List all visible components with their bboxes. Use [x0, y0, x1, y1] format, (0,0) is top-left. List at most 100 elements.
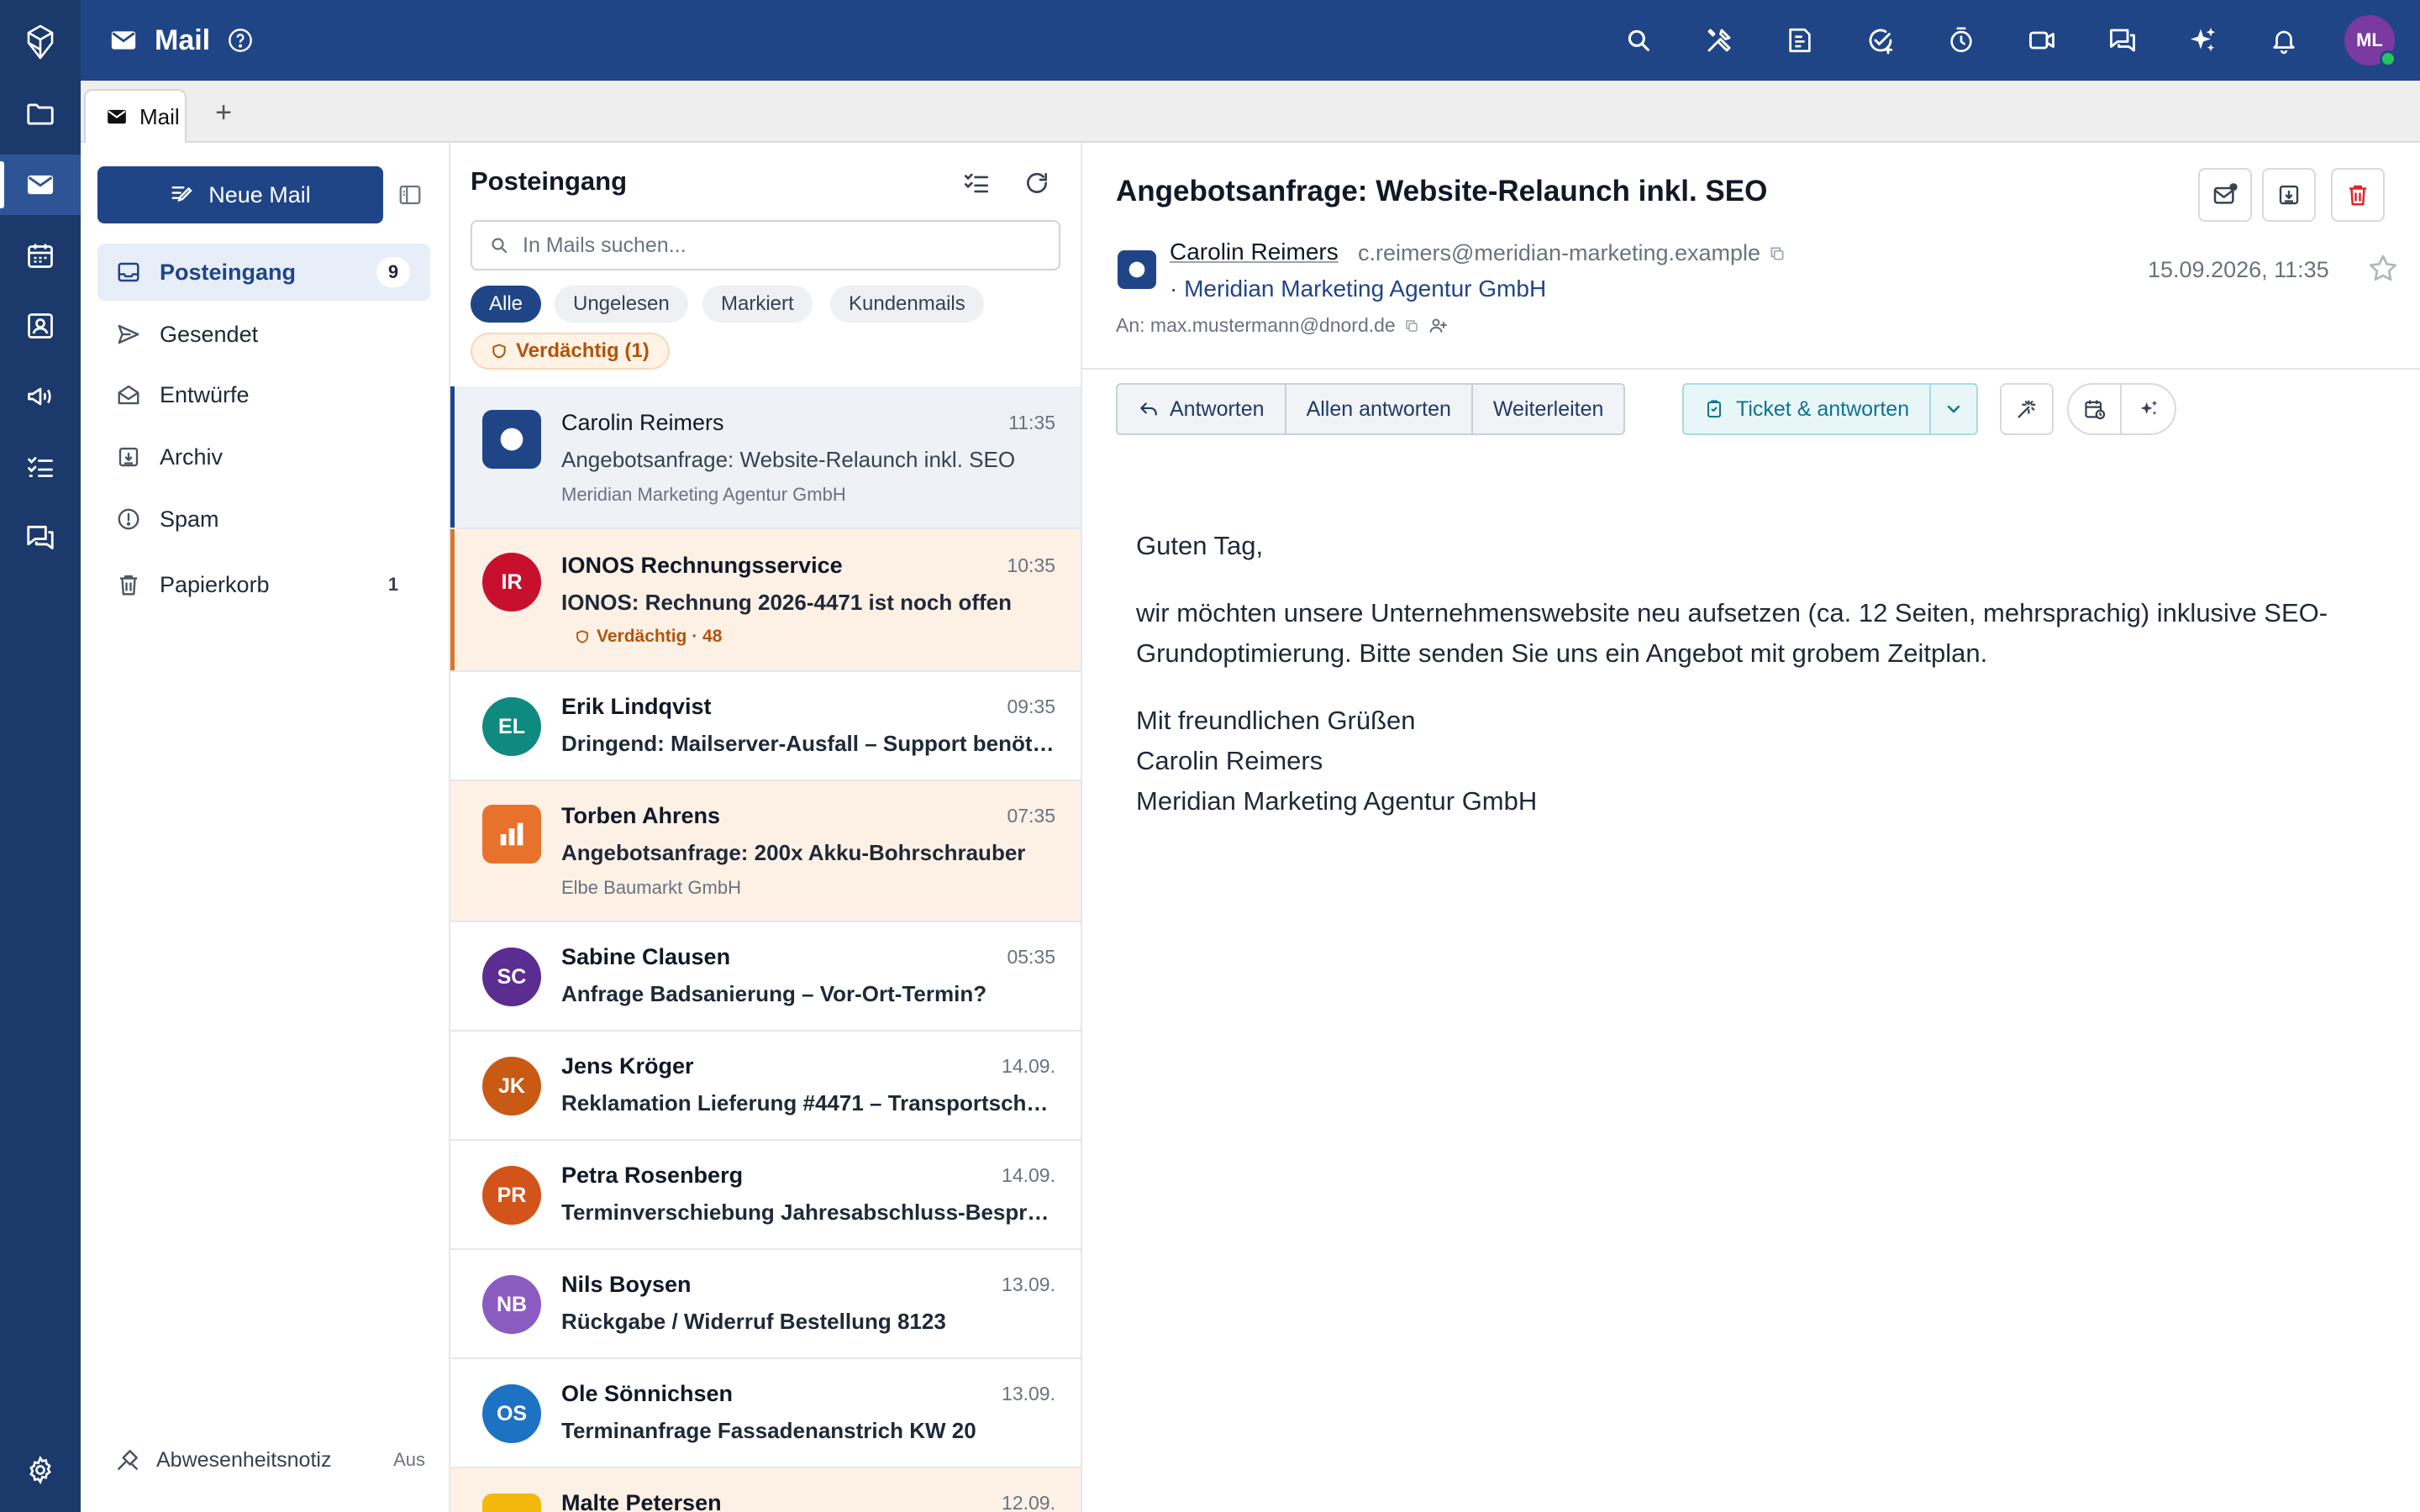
mail-row[interactable]: EL Erik Lindqvist 09:35 Dringend: Mailse…: [450, 672, 1081, 781]
folder-archive[interactable]: Archiv: [97, 428, 430, 486]
compose-button[interactable]: Neue Mail: [97, 166, 383, 223]
mail-nav-icon[interactable]: [0, 155, 81, 215]
mail-row[interactable]: JK Jens Kröger 14.09. Reklamation Liefer…: [450, 1032, 1081, 1141]
folder-sent[interactable]: Gesendet: [97, 306, 430, 363]
add-tab-button[interactable]: +: [203, 92, 244, 133]
folder-inbox[interactable]: Posteingang 9: [97, 244, 430, 301]
folder-label: Posteingang: [160, 259, 297, 285]
tab-mail[interactable]: Mail: [84, 89, 187, 143]
header-divider: [1082, 368, 2420, 370]
reply-all-button[interactable]: Allen antworten: [1286, 385, 1473, 433]
compose-icon: [170, 182, 195, 207]
mail-row[interactable]: PR Petra Rosenberg 14.09. Terminverschie…: [450, 1141, 1081, 1250]
logo-icon[interactable]: [0, 12, 81, 72]
forward-button[interactable]: Weiterleiten: [1473, 385, 1624, 433]
out-of-office-icon: [114, 1446, 141, 1473]
folder-drafts[interactable]: Entwürfe: [97, 366, 430, 423]
reply-button[interactable]: Antworten: [1118, 385, 1286, 433]
ai-sparkle-icon[interactable]: [2183, 20, 2223, 60]
ai-assist-icon[interactable]: [2122, 385, 2175, 433]
mail-row[interactable]: IR IONOS Rechnungsservice 10:35 IONOS: R…: [450, 529, 1081, 672]
delete-button[interactable]: [2331, 168, 2385, 222]
folder-label: Papierkorb: [160, 571, 270, 597]
tab-label: Mail: [139, 103, 180, 129]
mail-body: Guten Tag, wir möchten unsere Unternehme…: [1136, 526, 2363, 822]
folder-label: Gesendet: [160, 321, 259, 347]
filter-chip-unread[interactable]: Ungelesen: [555, 286, 688, 323]
ticket-reply-button[interactable]: Ticket & antworten: [1684, 385, 1932, 433]
mail-row[interactable]: Malte Petersen 12.09.: [450, 1468, 1081, 1512]
ai-magic-button[interactable]: [2000, 383, 2054, 435]
sender-org: Meridian Marketing Agentur GmbH: [561, 484, 846, 505]
tab-strip: Mail +: [81, 81, 2420, 143]
notes-icon[interactable]: [1780, 20, 1820, 60]
help-icon[interactable]: [227, 27, 254, 54]
filter-chip-flagged[interactable]: Markiert: [702, 286, 813, 323]
add-contact-icon[interactable]: [1428, 316, 1448, 336]
bell-icon[interactable]: [2264, 20, 2304, 60]
messages-icon[interactable]: [2102, 20, 2143, 60]
body-signature-name: Carolin Reimers: [1136, 746, 1323, 775]
search-input[interactable]: [521, 232, 1025, 259]
app-title: Mail: [155, 24, 211, 56]
calendar-icon[interactable]: [0, 225, 81, 286]
user-avatar[interactable]: ML: [2344, 15, 2396, 67]
star-icon[interactable]: [2366, 252, 2400, 286]
timer-icon[interactable]: [1941, 20, 1981, 60]
filter-chip-customer[interactable]: Kundenmails: [830, 286, 984, 323]
search-icon[interactable]: [1618, 20, 1659, 60]
reading-pane: Angebotsanfrage: Website-Relaunch inkl. …: [1082, 143, 2420, 1512]
files-icon[interactable]: [0, 84, 81, 144]
tools-icon[interactable]: [1699, 20, 1739, 60]
magic-wand-icon: [2015, 397, 2039, 421]
folder-trash[interactable]: Papierkorb 1: [97, 556, 430, 613]
sender-name: IONOS Rechnungsservice: [561, 553, 843, 578]
copy-icon[interactable]: [1769, 245, 1786, 262]
online-status-dot: [2380, 50, 2396, 67]
company-chart-logo-icon: [482, 805, 541, 864]
mail-app-icon: [109, 26, 138, 55]
out-of-office-state: Aus: [393, 1449, 425, 1470]
task-check-icon[interactable]: [1860, 20, 1901, 60]
mail-time: 07:35: [1007, 805, 1055, 827]
refresh-icon[interactable]: [1018, 165, 1055, 202]
schedule-icon[interactable]: [2069, 385, 2123, 433]
out-of-office-toggle[interactable]: Abwesenheitsnotiz Aus: [114, 1436, 434, 1483]
filter-chip-suspicious[interactable]: Verdächtig (1): [471, 333, 670, 370]
app-rail: [0, 0, 81, 1512]
settings-icon[interactable]: [0, 1440, 81, 1500]
archive-button[interactable]: [2262, 168, 2316, 222]
chat-icon[interactable]: [0, 507, 81, 568]
mail-row[interactable]: NB Nils Boysen 13.09. Rückgabe / Widerru…: [450, 1250, 1081, 1359]
sender-avatar: OS: [482, 1384, 541, 1443]
mail-row[interactable]: Carolin Reimers 11:35 Angebotsanfrage: W…: [450, 386, 1081, 529]
select-mode-icon[interactable]: [958, 165, 995, 202]
trash-count-badge: 1: [387, 574, 399, 595]
list-title: Posteingang: [471, 166, 628, 196]
shield-icon: [575, 628, 590, 645]
mail-row[interactable]: OS Ole Sönnichsen 13.09. Terminanfrage F…: [450, 1359, 1081, 1468]
chevron-down-icon[interactable]: [1931, 385, 1976, 433]
suspicious-flag: Verdächtig · 48: [575, 627, 722, 647]
sender-email: c.reimers@meridian-marketing.example: [1358, 240, 1786, 266]
mark-unread-button[interactable]: [2198, 168, 2252, 222]
body-greeting: Guten Tag,: [1136, 531, 1264, 560]
sender-org-link[interactable]: · Meridian Marketing Agentur GmbH: [1170, 276, 1546, 302]
copy-icon[interactable]: [1404, 318, 1419, 333]
collapse-sidebar-icon[interactable]: [395, 180, 425, 210]
filter-chip-all[interactable]: Alle: [471, 286, 542, 323]
folder-spam[interactable]: Spam: [97, 491, 430, 548]
folder-sidebar: Neue Mail Posteingang 9 Gesendet Entwürf…: [81, 143, 450, 1512]
mail-row[interactable]: SC Sabine Clausen 05:35 Anfrage Badsanie…: [450, 922, 1081, 1032]
campaign-icon[interactable]: [0, 366, 81, 427]
folder-label: Archiv: [160, 444, 224, 470]
sender-name-link[interactable]: Carolin Reimers: [1170, 239, 1339, 265]
video-icon[interactable]: [2022, 20, 2062, 60]
company-warning-logo-icon: [482, 1494, 541, 1512]
body-paragraph: wir möchten unsere Unternehmenswebsite n…: [1136, 598, 2328, 668]
tasks-icon[interactable]: [0, 437, 81, 497]
contacts-icon[interactable]: [0, 296, 81, 356]
search-field[interactable]: [471, 220, 1060, 270]
body-closing: Mit freundlichen Grüßen: [1136, 706, 1416, 735]
mail-row[interactable]: Torben Ahrens 07:35 Angebotsanfrage: 200…: [450, 781, 1081, 922]
